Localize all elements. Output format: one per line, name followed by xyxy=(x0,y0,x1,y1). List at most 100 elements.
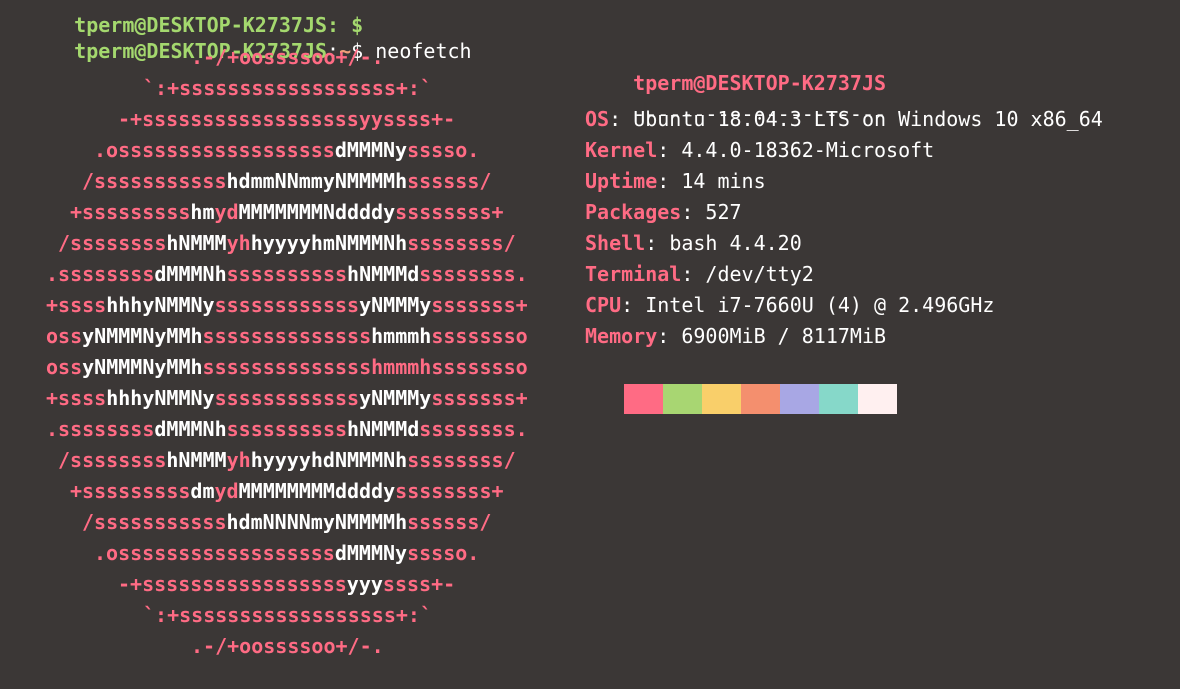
logo-segment: +sssssssss xyxy=(70,200,191,224)
logo-segment: oss xyxy=(46,324,83,348)
logo-segment: dMMMNy xyxy=(334,541,408,565)
logo-segment: hmmmh xyxy=(371,324,432,348)
logo-segment: `:+ssssssssssssssssss+:` xyxy=(143,76,432,100)
logo-segment: hNMMM xyxy=(166,448,227,472)
logo-line: /sssssssshNMMMyhhyyyyhmNMMMNhssssssss/ xyxy=(58,230,516,256)
logo-line: ossyNMMMNyMMhsssssssssssssshmmmhssssssso xyxy=(46,323,528,349)
logo-line: -+ssssssssssssssssssyyssss+- xyxy=(118,106,455,132)
info-row-kernel: Kernel: 4.4.0-18362-Microsoft xyxy=(585,138,935,162)
info-row-memory: Memory: 6900MiB / 8117MiB xyxy=(585,324,887,348)
logo-segment: yh xyxy=(226,231,251,255)
logo-segment: /ssssssss xyxy=(58,448,167,472)
logo-segment: dMMMNh xyxy=(154,262,227,286)
logo-segment: /ssssssss xyxy=(58,231,167,255)
logo-line: -+sssssssssssssssssyyyssss+- xyxy=(118,571,455,597)
logo-segment: -+ssssssssssssssssssyyssss+- xyxy=(118,107,456,131)
logo-segment: -+sssssssssssssssss xyxy=(118,572,347,596)
logo-segment: +ssss xyxy=(46,386,107,410)
info-row-packages: Packages: 527 xyxy=(585,200,742,224)
logo-segment: .-/+oossssoo+/-. xyxy=(191,634,384,658)
logo-segment: hNMMMd xyxy=(347,262,420,286)
color-palette xyxy=(624,384,897,414)
logo-line: /sssssssshNMMMyhhyyyyhdNMMMNhssssssss/ xyxy=(58,447,516,473)
logo-segment: ssssssss+ xyxy=(395,479,504,503)
previous-prompt-line: tperm@DESKTOP-K2737JS: $ xyxy=(26,0,363,37)
logo-line: +sssshhhyNMMNyssssssssssssyNMMMysssssss+ xyxy=(46,292,528,318)
logo-line: .ossssssssssssssssssdMMMNysssso. xyxy=(94,540,479,566)
info-label: Kernel xyxy=(585,138,658,162)
info-value: /dev/tty2 xyxy=(705,262,814,286)
info-separator-line: --------------------- xyxy=(585,75,886,126)
info-label: Packages xyxy=(585,200,682,224)
logo-line: `:+ssssssssssssssssss+:` xyxy=(143,602,432,628)
logo-segment: hmmmh xyxy=(371,355,432,379)
logo-segment: /sssssssssss xyxy=(82,510,227,534)
logo-segment: ssssssss. xyxy=(419,417,528,441)
logo-segment: yd xyxy=(214,200,239,224)
logo-segment: dm xyxy=(190,479,215,503)
logo-line: +sssshhhyNMMNyssssssssssssyNMMMysssssss+ xyxy=(46,385,528,411)
logo-segment: hyyyyhmNMMMNh xyxy=(250,231,408,255)
palette-swatch xyxy=(702,384,741,414)
logo-segment: ssssssssssss xyxy=(214,293,360,317)
palette-swatch xyxy=(741,384,780,414)
logo-segment: MMMMMMMMddddy xyxy=(238,479,396,503)
logo-segment: sssssss+ xyxy=(431,386,528,410)
logo-segment: ssssssssss xyxy=(226,262,348,286)
info-label: Shell xyxy=(585,231,646,255)
logo-line: /ssssssssssshdmmNNmmyNMMMMhssssss/ xyxy=(82,168,491,194)
logo-segment: yh xyxy=(226,448,251,472)
logo-segment: ssssssso xyxy=(431,355,528,379)
logo-line: +ssssssssshmydMMMMMMMNddddyssssssss+ xyxy=(70,199,504,225)
logo-line: .ossssssssssssssssssdMMMNysssso. xyxy=(94,137,479,163)
info-value: Intel i7-7660U (4) @ 2.496GHz xyxy=(645,293,995,317)
logo-line: .ssssssssdMMMNhsssssssssshNMMMdssssssss. xyxy=(46,416,528,442)
logo-segment: sssso. xyxy=(407,138,480,162)
palette-swatch xyxy=(663,384,702,414)
logo-segment: ssssss/ xyxy=(407,510,492,534)
logo-segment: yNMMMy xyxy=(359,386,432,410)
logo-segment: ssssss/ xyxy=(407,169,492,193)
terminal-window[interactable]: tperm@DESKTOP-K2737JS: $ tperm@DESKTOP-K… xyxy=(0,0,1180,689)
logo-segment: MMMMMMMNddddy xyxy=(238,200,396,224)
info-label: OS xyxy=(585,107,610,131)
logo-segment: .-/+oossssoo+/-. xyxy=(191,45,384,69)
logo-segment: ssss+- xyxy=(382,572,456,596)
info-label: Uptime xyxy=(585,169,658,193)
logo-segment: hyyyyhdNMMMNh xyxy=(250,448,408,472)
logo-segment: hhhyNMMNy xyxy=(106,293,215,317)
logo-line: .-/+oossssoo+/-. xyxy=(191,633,384,659)
logo-segment: ssssssssss xyxy=(226,417,348,441)
info-value: 4.4.0-18362-Microsoft xyxy=(681,138,935,162)
logo-line: +sssssssssdmydMMMMMMMMddddyssssssss+ xyxy=(70,478,504,504)
palette-swatch xyxy=(624,384,663,414)
logo-segment: hdmNNNNmyNMMMMh xyxy=(226,510,408,534)
prompt-line: tperm@DESKTOP-K2737JS:~$ neofetch xyxy=(26,12,471,63)
logo-segment: ssssssss. xyxy=(419,262,528,286)
logo-segment: ssssssssssssss xyxy=(202,355,372,379)
info-title: tperm@DESKTOP-K2737JS xyxy=(585,44,886,95)
logo-segment: oss xyxy=(46,355,83,379)
logo-segment: +ssss xyxy=(46,293,107,317)
logo-segment: hNMMM xyxy=(166,231,227,255)
logo-segment: sssssss+ xyxy=(431,293,528,317)
logo-segment: .ssssssss xyxy=(46,262,155,286)
logo-segment: ssssssss+ xyxy=(395,200,504,224)
logo-segment: /sssssssssss xyxy=(82,169,227,193)
info-value: 14 mins xyxy=(681,169,766,193)
info-row-terminal: Terminal: /dev/tty2 xyxy=(585,262,814,286)
logo-segment: ssssssssssss xyxy=(214,386,360,410)
logo-segment: ssssssso xyxy=(431,324,528,348)
logo-segment: .ossssssssssssssssss xyxy=(94,541,335,565)
logo-segment: yNMMMNyMMh xyxy=(82,324,203,348)
logo-line: .-/+oossssoo+/-. xyxy=(191,44,384,70)
info-row-shell: Shell: bash 4.4.20 xyxy=(585,231,802,255)
logo-line: `:+ssssssssssssssssss+:` xyxy=(143,75,432,101)
logo-segment: hdmmNNmmyNMMMMh xyxy=(226,169,408,193)
logo-segment: hNMMMd xyxy=(347,417,420,441)
info-row-uptime: Uptime: 14 mins xyxy=(585,169,766,193)
logo-segment: yd xyxy=(214,479,239,503)
logo-line: ossyNMMMNyMMhsssssssssssssshmmmhssssssso xyxy=(46,354,528,380)
logo-segment: dMMMNy xyxy=(334,138,408,162)
palette-swatch xyxy=(858,384,897,414)
